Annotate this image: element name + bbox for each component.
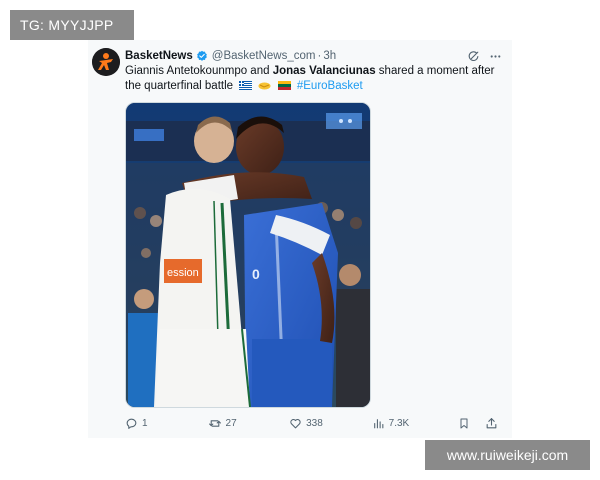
jersey-sponsor-text: ession	[167, 267, 199, 279]
lithuania-flag-icon	[277, 80, 291, 95]
retweet-count: 27	[225, 417, 237, 429]
display-name[interactable]: BasketNews	[125, 50, 193, 62]
views-icon	[373, 418, 384, 428]
greece-flag-icon	[239, 80, 253, 95]
avatar[interactable]	[92, 48, 120, 76]
bookmark-icon	[460, 418, 468, 428]
reply-count: 1	[142, 417, 148, 429]
jersey-number-text: 0	[252, 266, 260, 282]
more-icon[interactable]	[489, 50, 502, 63]
bookmark-button[interactable]	[458, 417, 474, 430]
tweet-text: Giannis Antetokounmpo and Jonas Valanciu…	[125, 64, 505, 95]
share-icon	[486, 417, 497, 428]
reply-icon	[126, 418, 137, 429]
views-count: 7.3K	[388, 417, 410, 429]
tweet-actions: 1 27 338 7.3K	[125, 415, 502, 431]
tweet-text-bold-name: Jonas Valanciunas	[272, 65, 376, 77]
tg-label-badge: TG: MYYJJPP	[10, 10, 134, 40]
like-button[interactable]: 338	[289, 417, 372, 430]
like-icon	[290, 418, 301, 428]
hashtag-link[interactable]: #EuroBasket	[297, 80, 363, 92]
tweet-header: BasketNews @BasketNews_com · 3h	[125, 48, 502, 64]
grok-icon[interactable]	[467, 50, 480, 63]
tweet-photo[interactable]: 0 ession	[125, 102, 371, 408]
verified-badge-icon	[196, 50, 208, 62]
user-handle[interactable]: @BasketNews_com	[212, 50, 316, 62]
share-button[interactable]	[485, 417, 502, 430]
basketnews-logo-icon	[92, 48, 120, 76]
reply-button[interactable]: 1	[125, 417, 208, 430]
tweet-time[interactable]: 3h	[323, 50, 336, 62]
like-count: 338	[306, 417, 323, 429]
separator-dot: ·	[317, 50, 322, 62]
retweet-icon	[208, 419, 221, 427]
watermark-url-badge: www.ruiweikeji.com	[425, 440, 590, 470]
tweet-card[interactable]: BasketNews @BasketNews_com · 3h Giannis …	[88, 40, 512, 438]
views-button[interactable]: 7.3K	[372, 417, 458, 430]
tweet-text-part1: Giannis Antetokounmpo and	[125, 65, 273, 77]
retweet-button[interactable]: 27	[208, 417, 290, 430]
handshake-icon	[258, 80, 271, 95]
